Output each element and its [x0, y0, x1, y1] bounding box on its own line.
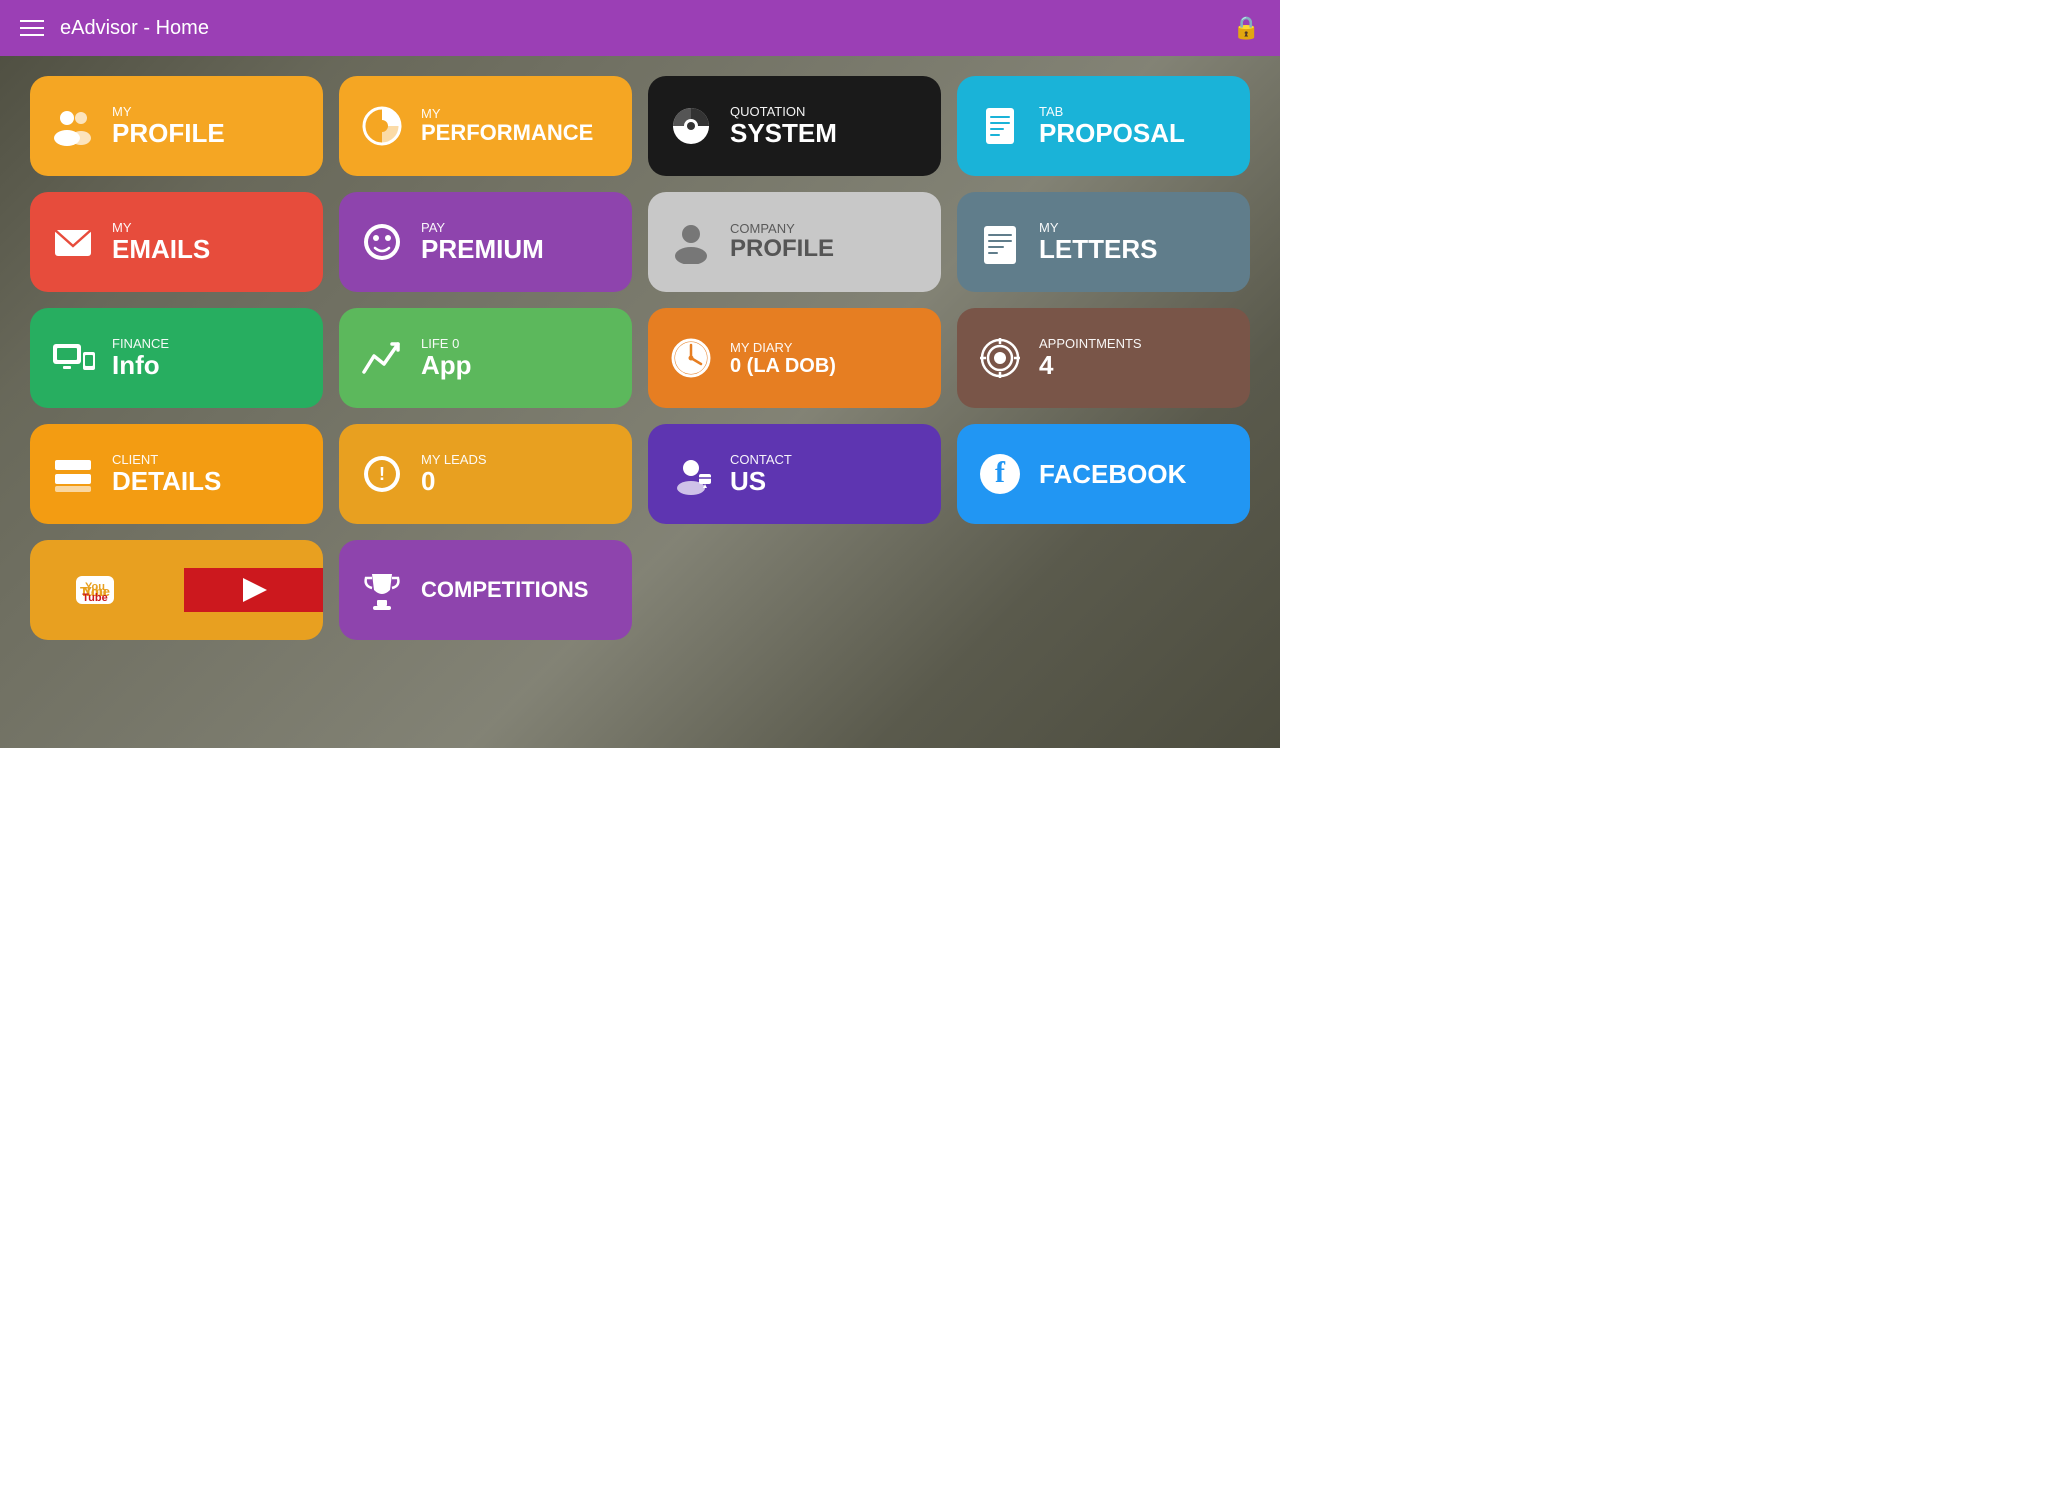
finance-info-tile[interactable]: Finance Info	[30, 308, 323, 408]
client-details-small: CLIENT	[112, 452, 221, 467]
tab-proposal-big: PROPOSAL	[1039, 119, 1185, 148]
my-diary-small: MY DIARY	[730, 340, 836, 355]
client-details-big: DETAILS	[112, 467, 221, 496]
my-performance-small: MY	[421, 106, 593, 121]
contact-us-tile[interactable]: CONTACT US	[648, 424, 941, 524]
facebook-icon: f	[975, 452, 1025, 496]
my-emails-small: MY	[112, 220, 210, 235]
quotation-big: SYSTEM	[730, 119, 837, 148]
appointments-small: APPOINTMENTS	[1039, 336, 1142, 351]
my-diary-tile[interactable]: MY DIARY 0 (LA DOB)	[648, 308, 941, 408]
tiles-grid: MY PROFILE MY PERFORMANCE	[0, 56, 1280, 660]
my-leads-tile[interactable]: ! MY LEADS 0	[339, 424, 632, 524]
contact-icon	[666, 452, 716, 496]
life-app-tile[interactable]: Life 0 App	[339, 308, 632, 408]
my-leads-big: 0	[421, 467, 487, 496]
facebook-big: FACEBOOK	[1039, 460, 1186, 489]
my-letters-small: MY	[1039, 220, 1157, 235]
my-diary-big: 0 (LA DOB)	[730, 355, 836, 377]
person-gray-icon	[666, 220, 716, 264]
my-profile-big: PROFILE	[112, 119, 225, 148]
topbar: eAdvisor - Home 🔒	[0, 0, 1280, 56]
company-profile-small: COMPANY	[730, 221, 834, 236]
mail-icon	[48, 220, 98, 264]
my-emails-tile[interactable]: MY EMAILS	[30, 192, 323, 292]
letter-icon	[975, 220, 1025, 264]
chart-icon	[357, 336, 407, 380]
lock-icon: 🔒	[1233, 15, 1260, 41]
contact-us-big: US	[730, 467, 792, 496]
target-icon	[975, 336, 1025, 380]
my-profile-tile[interactable]: MY PROFILE	[30, 76, 323, 176]
hamburger-menu[interactable]	[20, 20, 44, 36]
my-profile-small: MY	[112, 104, 225, 119]
pie-icon	[357, 104, 407, 148]
youtube-tile[interactable]: You Tube You Tube	[30, 540, 323, 640]
doc-icon	[975, 104, 1025, 148]
devices-icon	[48, 336, 98, 380]
clock-icon	[666, 336, 716, 380]
my-leads-small: MY LEADS	[421, 452, 487, 467]
finance-small: Finance	[112, 336, 169, 351]
company-profile-tile[interactable]: COMPANY PROFILE	[648, 192, 941, 292]
face-icon	[357, 220, 407, 264]
tab-proposal-tile[interactable]: TAB PROPOSAL	[957, 76, 1250, 176]
youtube-logo-left: You Tube You Tube	[30, 568, 170, 612]
competitions-tile[interactable]: COMPETITIONS	[339, 540, 632, 640]
pay-premium-small: PAY	[421, 220, 544, 235]
facebook-tile[interactable]: f FACEBOOK	[957, 424, 1250, 524]
quotation-system-tile[interactable]: QUOTATION SYSTEM	[648, 76, 941, 176]
company-profile-big: PROFILE	[730, 236, 834, 262]
appointments-tile[interactable]: APPOINTMENTS 4	[957, 308, 1250, 408]
svg-text:f: f	[995, 456, 1006, 489]
my-letters-big: LETTERS	[1039, 235, 1157, 264]
trophy-icon	[357, 568, 407, 612]
pay-premium-big: PREMIUM	[421, 235, 544, 264]
finance-big: Info	[112, 351, 169, 380]
my-letters-tile[interactable]: MY LETTERS	[957, 192, 1250, 292]
badge-icon: !	[357, 452, 407, 496]
pay-premium-tile[interactable]: PAY PREMIUM	[339, 192, 632, 292]
tab-proposal-small: TAB	[1039, 104, 1185, 119]
people-icon	[48, 104, 98, 148]
my-performance-tile[interactable]: MY PERFORMANCE	[339, 76, 632, 176]
svg-text:Tube: Tube	[82, 592, 107, 604]
my-emails-big: EMAILS	[112, 235, 210, 264]
youtube-play-button	[184, 568, 324, 612]
client-details-tile[interactable]: CLIENT DETAILS	[30, 424, 323, 524]
rows-icon	[48, 452, 98, 496]
appointments-big: 4	[1039, 351, 1142, 380]
svg-text:!: !	[379, 464, 385, 484]
my-performance-big: PERFORMANCE	[421, 121, 593, 145]
page-title: eAdvisor - Home	[60, 17, 209, 40]
quotation-small: QUOTATION	[730, 104, 837, 119]
contact-us-small: CONTACT	[730, 452, 792, 467]
life-app-small: Life 0	[421, 336, 472, 351]
life-app-big: App	[421, 351, 472, 380]
pie-bw-icon	[666, 104, 716, 148]
competitions-big: COMPETITIONS	[421, 578, 588, 602]
